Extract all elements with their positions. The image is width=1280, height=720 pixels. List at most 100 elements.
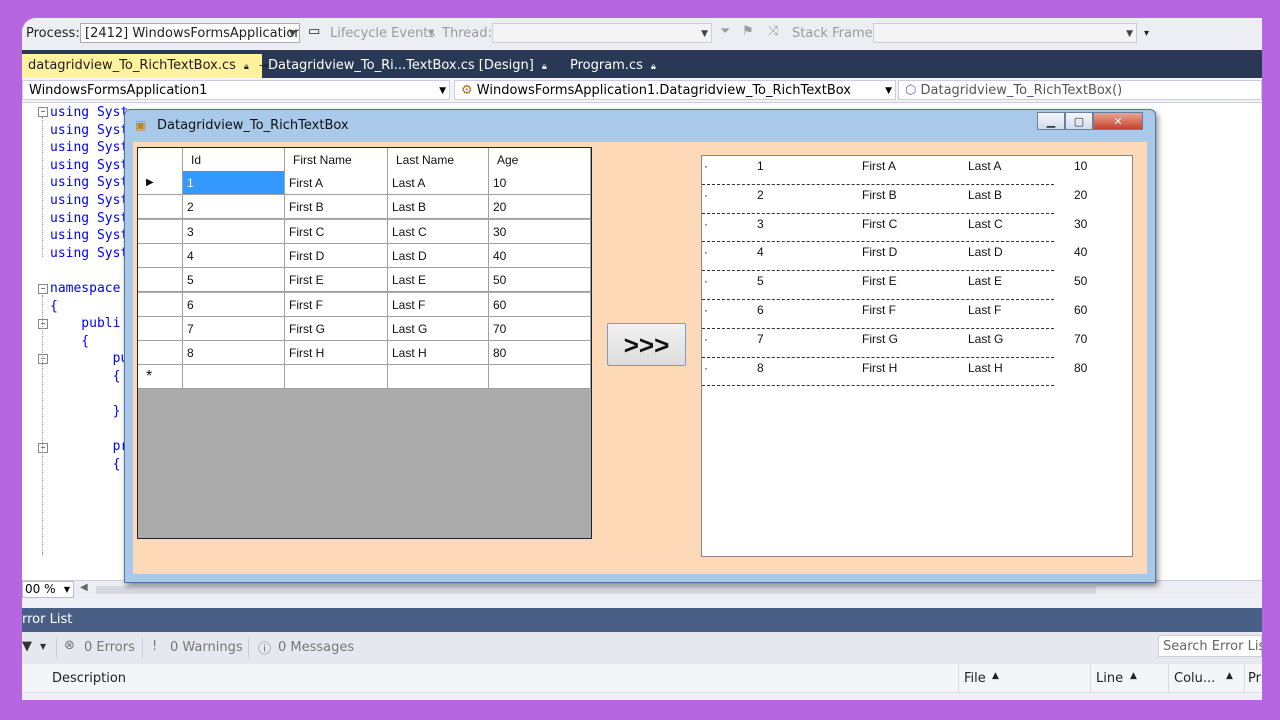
tab-program-cs[interactable]: Program.cs 🔒︎ [564, 54, 700, 78]
grid-cell[interactable]: Last H [388, 341, 489, 366]
grid-cell[interactable]: 20 [489, 195, 591, 220]
row-header[interactable] [138, 268, 183, 293]
zoom-level: 00 % [25, 582, 56, 596]
grid-cell[interactable]: Last E [388, 268, 489, 293]
tab-datagridview-cs[interactable]: datagridview_To_RichTextBox.cs 🔒︎ ⊸ ✕ [22, 54, 289, 78]
grid-cell[interactable]: 70 [489, 316, 591, 341]
grid-corner-header[interactable] [138, 148, 183, 172]
grid-row[interactable]: 2 First B Last B 20 [138, 195, 591, 220]
row-header[interactable] [138, 195, 183, 220]
search-error-list-input[interactable]: Search Error List [1158, 635, 1262, 657]
collapse-icon[interactable]: − [38, 284, 48, 294]
grid-new-row[interactable]: * [138, 365, 591, 390]
grid-cell[interactable]: Last F [388, 292, 489, 317]
data-grid-view[interactable]: Id First Name Last Name Age ▶ 1 First A Last A1… [137, 147, 592, 539]
rich-text-box[interactable]: · 1 First A Last A 10 · 2 First B Last B 20 · 3 Firs… [701, 155, 1133, 557]
grid-cell[interactable]: Last G [388, 316, 489, 341]
grid-cell[interactable]: First E [285, 268, 388, 293]
grid-cell[interactable]: 8 [183, 341, 285, 366]
grid-cell[interactable]: 10 [489, 171, 591, 195]
toolbar-overflow-icon[interactable]: ▾ [1144, 28, 1149, 39]
grid-cell[interactable]: First C [285, 219, 388, 244]
minimize-button[interactable]: ▁ [1037, 112, 1065, 130]
grid-cell[interactable]: 50 [489, 268, 591, 293]
filter-icon[interactable]: ⏷ [720, 24, 730, 39]
grid-cell[interactable]: First H [285, 341, 388, 366]
grid-cell[interactable]: 7 [183, 316, 285, 341]
switch-threads-icon[interactable]: ⤨ [768, 24, 778, 39]
grid-column-header[interactable]: Last Name [388, 148, 489, 172]
rich-text-value: 6 [757, 303, 764, 317]
grid-row[interactable]: 5 First E Last E 50 [138, 268, 591, 293]
grid-cell[interactable] [183, 365, 285, 390]
grid-cell[interactable]: Last C [388, 219, 489, 244]
rich-text-value: 2 [757, 187, 764, 202]
grid-cell[interactable]: 5 [183, 268, 285, 293]
column-file[interactable]: File [964, 671, 986, 686]
grid-cell[interactable]: First D [285, 243, 388, 268]
scroll-left-icon[interactable]: ◀ [80, 582, 88, 593]
tab-designer[interactable]: Datagridview_To_Ri...TextBox.cs [Design]… [262, 54, 562, 78]
row-header[interactable] [138, 243, 183, 268]
grid-cell[interactable]: 30 [489, 219, 591, 244]
grid-cell[interactable]: First G [285, 316, 388, 341]
grid-cell[interactable] [388, 365, 489, 390]
stack-frame-combo[interactable]: ▼ [873, 23, 1137, 43]
warnings-filter[interactable]: 0 Warnings [170, 640, 243, 655]
grid-cell[interactable]: First F [285, 292, 388, 317]
chevron-down-icon[interactable]: ▼ [40, 642, 46, 651]
horizontal-scrollbar[interactable] [96, 586, 1096, 594]
grid-cell[interactable] [489, 365, 591, 390]
grid-cell[interactable]: 4 [183, 243, 285, 268]
grid-row[interactable]: 7 First G Last G 70 [138, 316, 591, 341]
grid-cell[interactable]: Last A [388, 171, 489, 195]
member-combo[interactable]: ⬡ Datagridview_To_RichTextBox() [898, 80, 1262, 100]
errors-filter[interactable]: 0 Errors [84, 640, 135, 655]
grid-cell[interactable] [285, 365, 388, 390]
grid-cell[interactable]: 3 [183, 219, 285, 244]
process-combo[interactable]: [2412] WindowsFormsApplication1 ▼ [80, 23, 300, 43]
grid-cell[interactable]: 2 [183, 195, 285, 220]
grid-row[interactable]: ▶ 1 First A Last A 10 [138, 171, 591, 195]
grid-cell[interactable]: Last D [388, 243, 489, 268]
grid-cell[interactable]: First A [285, 171, 388, 195]
grid-cell[interactable]: 6 [183, 292, 285, 317]
class-combo[interactable]: ⚙ WindowsFormsApplication1.Datagridview_… [454, 80, 896, 100]
maximize-button[interactable]: ▢ [1065, 112, 1093, 130]
row-header[interactable]: * [138, 365, 183, 390]
close-button[interactable]: ✕ [1093, 112, 1143, 130]
grid-row[interactable]: 4 First D Last D 40 [138, 243, 591, 268]
column-column[interactable]: Colu... [1174, 671, 1215, 686]
grid-row[interactable]: 6 First F Last F 60 [138, 292, 591, 317]
grid-cell[interactable]: 40 [489, 243, 591, 268]
column-description[interactable]: Description [52, 671, 126, 686]
grid-cell[interactable]: 80 [489, 341, 591, 366]
grid-cell[interactable]: 60 [489, 292, 591, 317]
zoom-combo[interactable]: 00 % ▼ [22, 581, 74, 598]
row-header[interactable] [138, 292, 183, 317]
grid-column-header[interactable]: First Name [285, 148, 388, 172]
flag-filter-icon[interactable]: ⚑ [742, 24, 754, 39]
grid-cell[interactable]: Last B [388, 195, 489, 220]
document-tabs: datagridview_To_RichTextBox.cs 🔒︎ ⊸ ✕ Da… [22, 50, 1262, 78]
filter-icon[interactable]: ▼ [22, 639, 32, 654]
row-header[interactable]: ▶ [138, 171, 183, 195]
thread-combo[interactable]: ▼ [492, 23, 712, 43]
project-combo[interactable]: WindowsFormsApplication1 ▼ [22, 80, 450, 100]
column-line[interactable]: Line [1096, 671, 1123, 686]
messages-filter[interactable]: 0 Messages [278, 640, 354, 655]
grid-cell[interactable]: 1 [183, 171, 285, 195]
grid-row[interactable]: 3 First C Last C 30 [138, 219, 591, 244]
form-title: Datagridview_To_RichTextBox [157, 118, 349, 133]
collapse-icon[interactable]: − [38, 107, 48, 117]
row-header[interactable] [138, 316, 183, 341]
row-header[interactable] [138, 341, 183, 366]
row-header[interactable] [138, 219, 183, 244]
copy-to-richtextbox-button[interactable]: >>> [607, 323, 686, 366]
grid-cell[interactable]: First B [285, 195, 388, 220]
grid-row[interactable]: 8 First H Last H 80 [138, 341, 591, 366]
column-project[interactable]: Pr [1248, 671, 1261, 686]
grid-column-header[interactable]: Id [183, 148, 285, 172]
grid-column-header[interactable]: Age [489, 148, 591, 172]
lifecycle-events[interactable]: Lifecycle Events [330, 26, 435, 41]
